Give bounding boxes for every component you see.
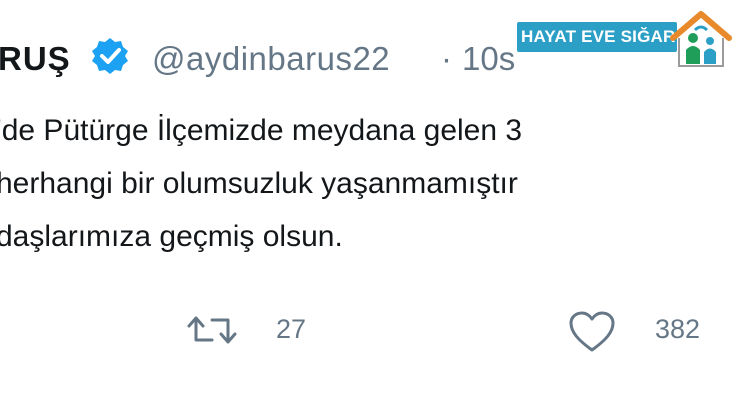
retweet-icon[interactable] <box>186 312 238 348</box>
user-handle[interactable]: @aydinbarus22 <box>152 40 390 78</box>
verified-badge-icon <box>92 38 128 74</box>
home-family-logo-icon <box>670 11 732 67</box>
watermark-text: HAYAT EVE SIĞAR <box>521 27 676 46</box>
display-name[interactable]: RUŞ <box>0 40 71 78</box>
separator-dot: · <box>441 40 452 77</box>
tweet-body-line: daşlarımıza geçmiş olsun. <box>0 220 343 253</box>
tweet-body-line: herhangi bir olumsuzluk yaşanmamıştır <box>0 167 518 200</box>
like-count[interactable]: 382 <box>655 314 700 345</box>
tweet-body: 'de Pütürge İlçemizde meydana gelen 3 he… <box>0 104 740 263</box>
watermark: HAYAT EVE SIĞAR <box>517 8 740 70</box>
retweet-count[interactable]: 27 <box>276 314 306 345</box>
tweet-timestamp[interactable]: 10s <box>462 40 515 78</box>
tweet-body-line: 'de Pütürge İlçemizde meydana gelen 3 <box>0 114 523 147</box>
tweet-actions: 27 382 <box>0 306 740 356</box>
heart-icon[interactable] <box>568 310 616 354</box>
